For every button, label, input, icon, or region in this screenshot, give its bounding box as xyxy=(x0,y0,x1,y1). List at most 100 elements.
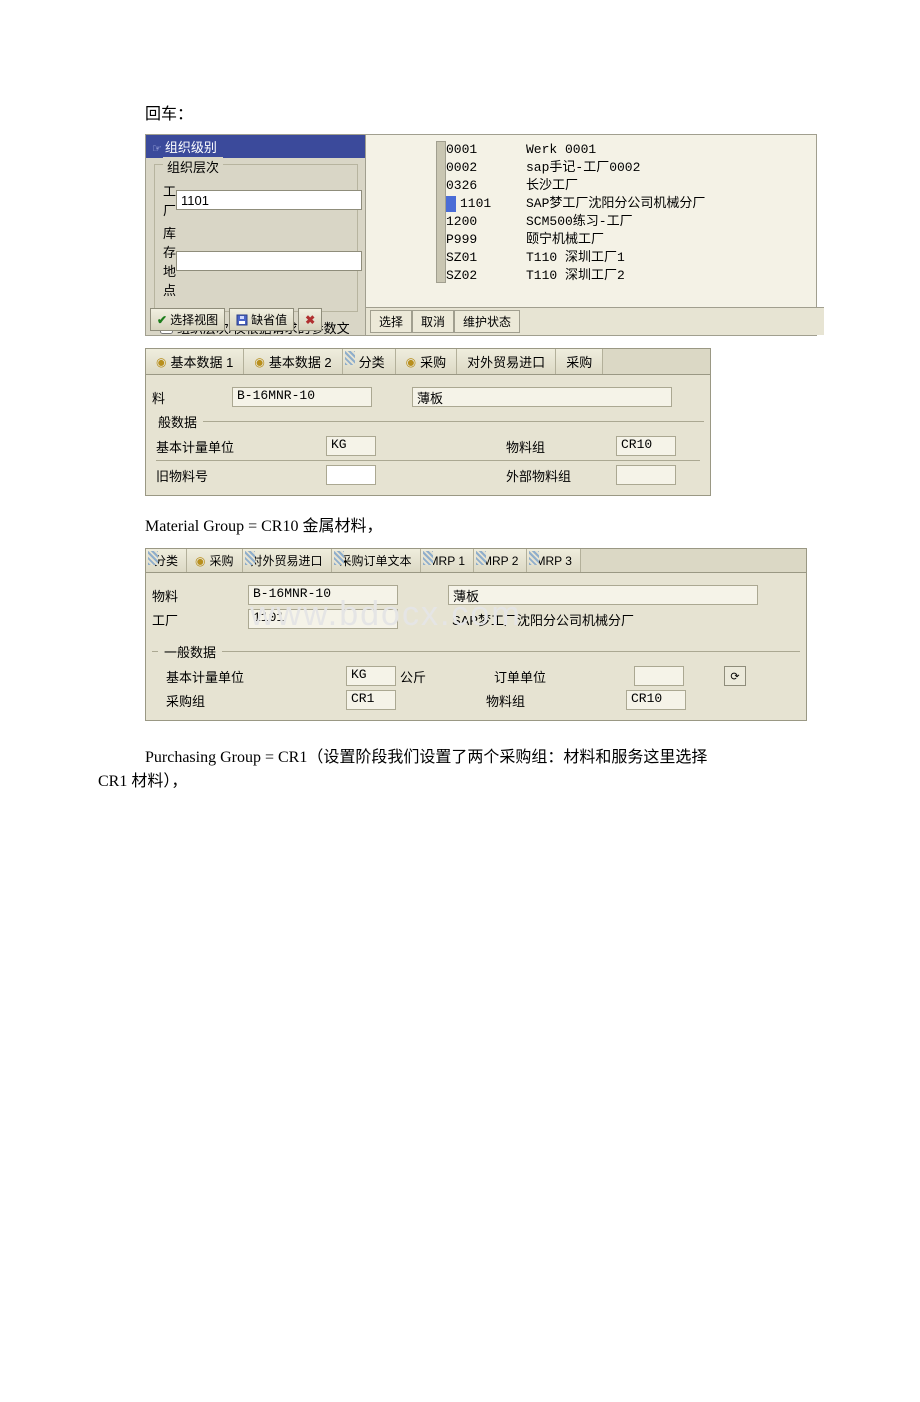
material-group-label: 物料组 xyxy=(506,437,616,456)
material-group-field[interactable]: CR10 xyxy=(616,436,676,456)
tab-label: 分类 xyxy=(359,352,385,371)
material-label: 料 xyxy=(152,388,232,407)
tab-label: 对外贸易进口 xyxy=(251,552,323,569)
ext-material-group-label: 外部物料组 xyxy=(506,466,616,485)
old-material-field[interactable] xyxy=(326,465,376,485)
caption-purchasing-group-line1: Purchasing Group = CR1（设置阶段我们设置了两个采购组：材料… xyxy=(145,743,920,767)
purchasing-group-field[interactable]: CR1 xyxy=(346,690,396,710)
eye-icon: ◉ xyxy=(254,355,264,369)
plant-label-2: 工厂 xyxy=(152,610,248,629)
tab-对外贸易进口[interactable]: 对外贸易进口 xyxy=(457,349,556,374)
plant-list-item[interactable]: 0001Werk 0001 xyxy=(446,141,806,159)
eye-icon: ◉ xyxy=(406,355,416,369)
purchasing-group-label: 采购组 xyxy=(156,691,346,710)
caption-material-group: Material Group = CR10 金属材料， xyxy=(145,512,920,536)
general-data-group: 般数据 基本计量单位 KG 物料组 CR10 旧物料号 外部物料组 xyxy=(152,421,704,495)
scrollbar[interactable] xyxy=(436,141,446,283)
base-uom-label: 基本计量单位 xyxy=(156,437,326,456)
plant-value-help-popup: 0001Werk 00010002sap手记-工厂00020326长沙工厂110… xyxy=(365,134,817,336)
tab-对外贸易进口[interactable]: 对外贸易进口 xyxy=(243,549,332,572)
save-icon xyxy=(236,314,248,326)
popup-select-button[interactable]: 选择 xyxy=(370,310,412,333)
tab-label: 基本数据 1 xyxy=(170,352,233,371)
check-icon: ✔ xyxy=(157,313,167,327)
select-view-label: 选择视图 xyxy=(170,311,218,328)
base-uom-field[interactable]: KG xyxy=(326,436,376,456)
storage-location-label: 库存地点 xyxy=(163,223,176,299)
org-level-dialog: 组织级别 组织层次 工厂 库存地点 组织层次/仅根据请求的参数文 ✔ xyxy=(145,134,367,336)
ext-material-group-field[interactable] xyxy=(616,465,676,485)
storage-location-input[interactable] xyxy=(176,251,362,271)
old-material-label: 旧物料号 xyxy=(156,466,326,485)
tab-分类[interactable]: 分类 xyxy=(343,349,396,374)
select-view-button[interactable]: ✔ 选择视图 xyxy=(150,308,225,331)
order-unit-label: 订单单位 xyxy=(494,667,634,686)
close-button[interactable]: ✖ xyxy=(298,308,322,331)
tab-分类[interactable]: 分类 xyxy=(146,549,187,572)
order-unit-field[interactable] xyxy=(634,666,684,686)
material-code-field[interactable]: B-16MNR-10 xyxy=(232,387,372,407)
material-label-2: 物料 xyxy=(152,586,248,605)
caption-enter: 回车： xyxy=(145,100,920,124)
material-group-field-2[interactable]: CR10 xyxy=(626,690,686,710)
tab-bar-basic: ◉ 基本数据 1 ◉ 基本数据 2 分类 ◉ 采购 对外贸易进口 采购 xyxy=(146,349,710,375)
tab-bar-purchasing: 分类 ◉ 采购对外贸易进口采购订单文本 MRP 1 MRP 2 MRP 3 xyxy=(146,549,806,573)
tab-label: 采购 xyxy=(420,352,446,371)
screenshot-material-purchasing: 分类 ◉ 采购对外贸易进口采购订单文本 MRP 1 MRP 2 MRP 3 物料 B-16… xyxy=(145,548,807,721)
tab-MRP 3[interactable]: MRP 3 xyxy=(527,549,580,572)
tab-采购[interactable]: ◉ 采购 xyxy=(187,549,243,572)
plant-list-item[interactable]: 0326长沙工厂 xyxy=(446,177,806,195)
screenshot-org-level: 组织级别 组织层次 工厂 库存地点 组织层次/仅根据请求的参数文 ✔ xyxy=(145,134,815,334)
general-data-group-2: 一般数据 基本计量单位 KG 公斤 订单单位 ⟳ 采购组 CR1 xyxy=(152,651,800,720)
material-code-field-2[interactable]: B-16MNR-10 xyxy=(248,585,398,605)
plant-field-2[interactable]: 1101 xyxy=(248,609,398,629)
base-uom-field-2[interactable]: KG xyxy=(346,666,396,686)
plant-desc-2: SAP梦工厂沈阳分公司机械分厂 xyxy=(448,610,756,629)
tab-label: MRP 1 xyxy=(429,554,465,568)
tab-label: 基本数据 2 xyxy=(269,352,332,371)
tab-采购订单文本[interactable]: 采购订单文本 xyxy=(332,549,421,572)
refresh-icon: ⟳ xyxy=(730,670,739,683)
base-uom-label-2: 基本计量单位 xyxy=(156,667,346,686)
plant-list-item[interactable]: P999颐宁机械工厂 xyxy=(446,231,806,249)
tab-label: 采购 xyxy=(210,552,234,569)
tab-基本数据 1[interactable]: ◉ 基本数据 1 xyxy=(146,349,244,374)
plant-list: 0001Werk 00010002sap手记-工厂00020326长沙工厂110… xyxy=(446,141,806,285)
order-unit-help-button[interactable]: ⟳ xyxy=(724,666,746,686)
defaults-label: 缺省值 xyxy=(251,311,287,328)
plant-list-item[interactable]: SZ01T110 深圳工厂1 xyxy=(446,249,806,267)
material-group-label-2: 物料组 xyxy=(486,691,626,710)
material-desc-field-2[interactable]: 薄板 xyxy=(448,585,758,605)
plant-list-item[interactable]: 1200SCM500练习-工厂 xyxy=(446,213,806,231)
tab-label: 分类 xyxy=(154,552,178,569)
caption-purchasing-group-line2: CR1 材料）， xyxy=(98,767,920,791)
plant-list-item[interactable]: 0002sap手记-工厂0002 xyxy=(446,159,806,177)
tab-采购[interactable]: 采购 xyxy=(556,349,603,374)
eye-icon: ◉ xyxy=(195,554,205,568)
popup-footer: 选择 取消 维护状态 xyxy=(366,307,824,335)
general-data-label-2: 一般数据 xyxy=(158,642,222,661)
tab-MRP 2[interactable]: MRP 2 xyxy=(474,549,527,572)
popup-status-button[interactable]: 维护状态 xyxy=(454,310,520,333)
tab-label: MRP 2 xyxy=(482,554,518,568)
base-uom-desc: 公斤 xyxy=(396,667,464,686)
material-desc-field[interactable]: 薄板 xyxy=(412,387,672,407)
tab-基本数据 2[interactable]: ◉ 基本数据 2 xyxy=(244,349,342,374)
tab-label: MRP 3 xyxy=(535,554,571,568)
general-data-label: 般数据 xyxy=(152,412,203,431)
tab-label: 采购订单文本 xyxy=(340,552,412,569)
screenshot-material-basic: ◉ 基本数据 1 ◉ 基本数据 2 分类 ◉ 采购 对外贸易进口 采购 料 B-16MNR-10… xyxy=(145,348,711,496)
popup-cancel-button[interactable]: 取消 xyxy=(412,310,454,333)
eye-icon: ◉ xyxy=(156,355,166,369)
plant-list-item[interactable]: 1101SAP梦工厂沈阳分公司机械分厂 xyxy=(446,195,806,213)
tab-采购[interactable]: ◉ 采购 xyxy=(396,349,458,374)
tab-label: 采购 xyxy=(566,352,592,371)
plant-label: 工厂 xyxy=(163,181,176,219)
tab-label: 对外贸易进口 xyxy=(467,352,545,371)
group-label: 组织层次 xyxy=(163,157,223,176)
plant-list-item[interactable]: SZ02T110 深圳工厂2 xyxy=(446,267,806,285)
plant-input[interactable] xyxy=(176,190,362,210)
dialog-title: 组织级别 xyxy=(146,135,366,158)
tab-MRP 1[interactable]: MRP 1 xyxy=(421,549,474,572)
defaults-button[interactable]: 缺省值 xyxy=(229,308,294,331)
